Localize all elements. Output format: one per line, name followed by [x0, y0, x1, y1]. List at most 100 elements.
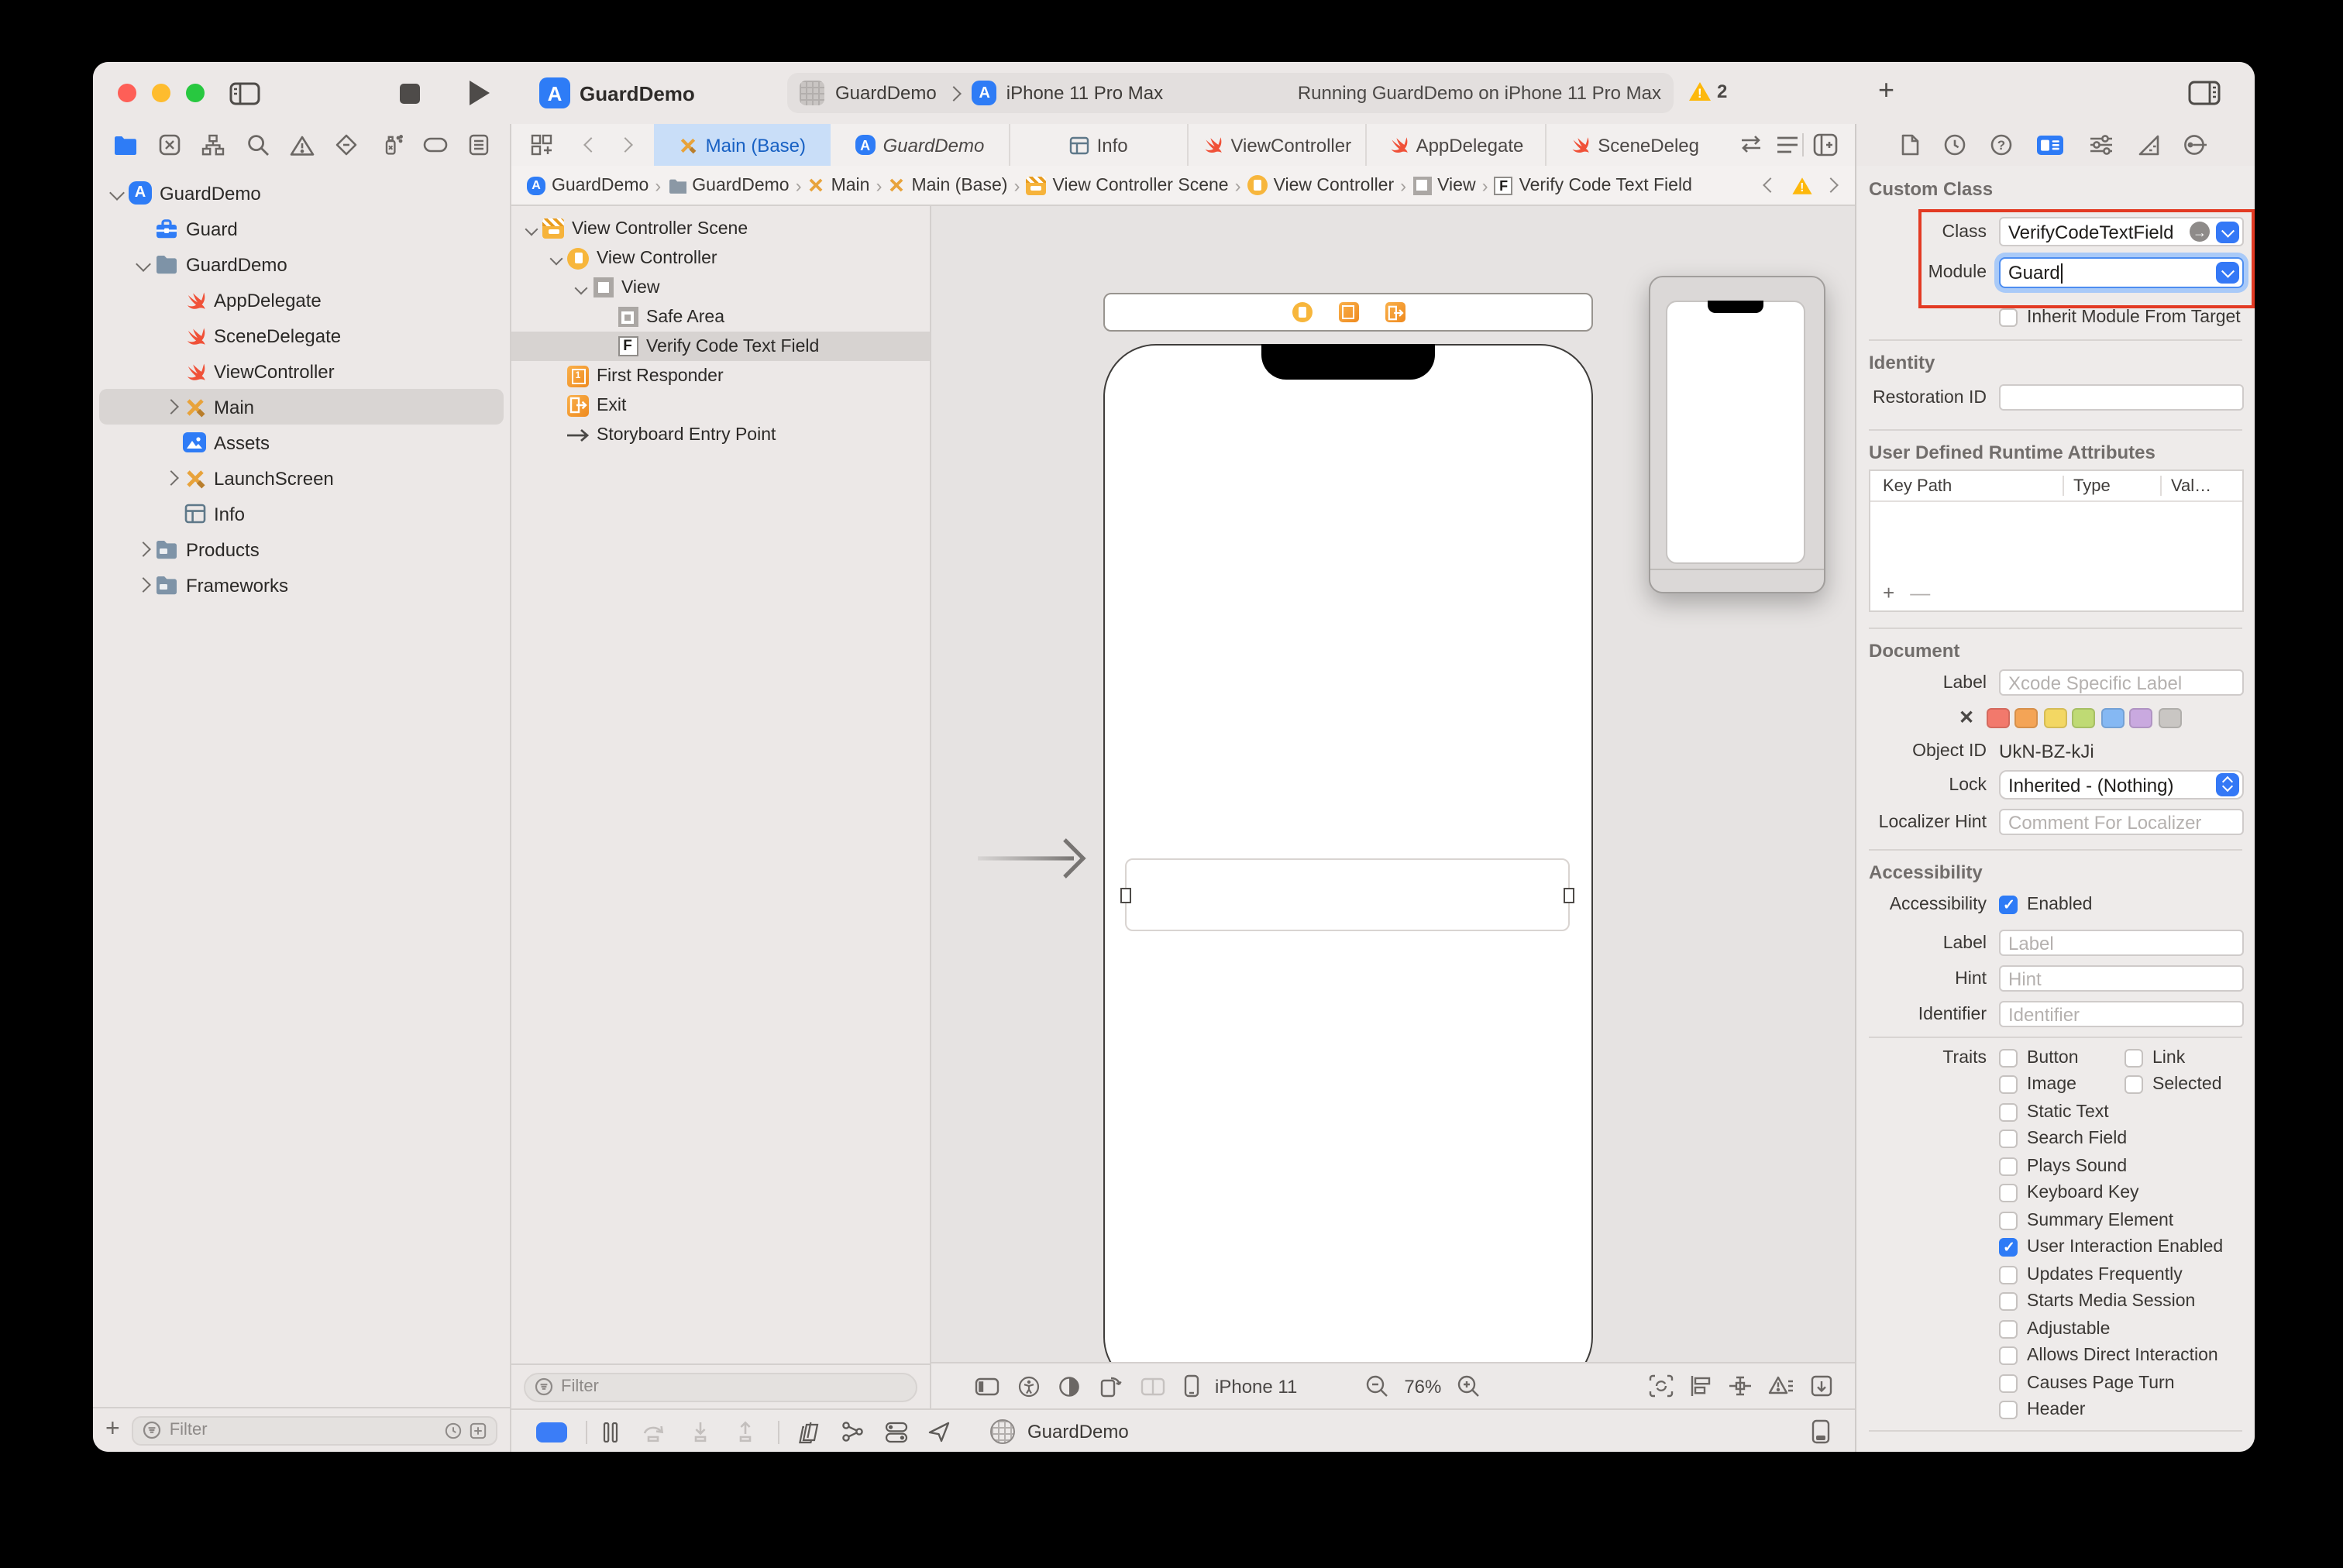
scene-first-responder-icon[interactable]	[1338, 302, 1358, 322]
trait-starts-media-session[interactable]: Starts Media Session	[1999, 1288, 2250, 1315]
udra-col-value[interactable]: Val…	[2162, 476, 2211, 495]
trait-header[interactable]: Header	[1999, 1397, 2250, 1424]
scm-filter-icon[interactable]	[470, 1422, 487, 1439]
project-navigator-tab[interactable]	[112, 135, 137, 155]
acc-identifier-field[interactable]: Identifier	[1999, 1001, 2244, 1027]
outline-view-controller-scene[interactable]: View Controller Scene	[511, 214, 930, 243]
zoom-in-button[interactable]	[1457, 1374, 1480, 1398]
history-inspector-tab[interactable]	[1943, 133, 1966, 156]
iphone-scene[interactable]	[1103, 344, 1593, 1390]
jump-to-class-icon[interactable]: →	[2190, 222, 2210, 242]
localizer-hint-field[interactable]: Comment For Localizer	[1999, 809, 2244, 835]
appearance-icon[interactable]	[1058, 1375, 1080, 1397]
jumpbar-main-base[interactable]: Main (Base)	[888, 176, 1007, 194]
trait-link[interactable]: Link	[2125, 1044, 2250, 1071]
udra-col-keypath[interactable]: Key Path	[1870, 476, 2063, 495]
new-tab-button[interactable]: +	[1878, 74, 1894, 107]
source-control-tab[interactable]	[158, 133, 181, 156]
zoom-out-button[interactable]	[1365, 1374, 1388, 1398]
swap-editor-icon[interactable]	[1739, 133, 1763, 155]
swatch-red[interactable]	[1986, 707, 2010, 727]
toggle-inspector-icon[interactable]	[2188, 81, 2221, 105]
class-dropdown-button[interactable]	[2216, 221, 2239, 242]
tree-item-guarddemo-project[interactable]: A GuardDemo	[93, 175, 510, 211]
scheme-destination[interactable]: iPhone 11 Pro Max	[1006, 82, 1163, 104]
navigator-filter-field[interactable]: Filter	[132, 1415, 497, 1445]
outline-first-responder[interactable]: 1 First Responder	[511, 361, 930, 390]
environment-overrides-icon[interactable]	[885, 1420, 908, 1443]
lock-dropdown[interactable]: Inherited - (Nothing)	[1999, 770, 2244, 799]
storyboard-canvas[interactable]: iPhone 11 76%	[930, 206, 1855, 1452]
trait-static-text[interactable]: Static Text	[1999, 1099, 2250, 1126]
lock-stepper-button[interactable]	[2216, 773, 2239, 796]
tab-main-base[interactable]: Main (Base)	[654, 124, 831, 166]
add-file-button[interactable]: +	[105, 1416, 120, 1444]
trait-allows-direct-interaction[interactable]: Allows Direct Interaction	[1999, 1343, 2250, 1370]
restoration-id-field[interactable]	[1999, 384, 2244, 411]
udra-add-button[interactable]: +	[1883, 581, 1894, 604]
jumpbar-main[interactable]: Main	[808, 176, 869, 194]
embed-icon[interactable]	[1810, 1374, 1833, 1398]
test-navigator-tab[interactable]	[335, 133, 359, 156]
swatch-blue[interactable]	[2100, 707, 2125, 727]
trait-summary-element[interactable]: Summary Element	[1999, 1207, 2250, 1234]
outline-verify-code-text-field[interactable]: F Verify Code Text Field	[511, 332, 930, 361]
swatch-gray[interactable]	[2158, 707, 2182, 727]
run-button[interactable]	[470, 81, 490, 105]
tab-guarddemo[interactable]: A GuardDemo	[831, 124, 1010, 166]
swatch-orange[interactable]	[2014, 707, 2039, 727]
identity-inspector-tab[interactable]	[2037, 133, 2065, 156]
udra-remove-button[interactable]: —	[1910, 581, 1930, 604]
device-icon[interactable]	[1184, 1374, 1199, 1398]
trait-causes-page-turn[interactable]: Causes Page Turn	[1999, 1370, 2250, 1397]
issues-badge[interactable]: 2	[1689, 81, 1727, 102]
stop-button[interactable]	[400, 84, 420, 104]
acc-hint-field[interactable]: Hint	[1999, 965, 2244, 992]
jumpbar-view-controller[interactable]: View Controller	[1247, 175, 1394, 195]
next-issue-button[interactable]	[1823, 177, 1839, 193]
search-navigator-tab[interactable]	[246, 133, 269, 156]
inherit-module-row[interactable]: Inherit Module From Target	[1999, 308, 2241, 327]
module-dropdown-button[interactable]	[2216, 262, 2239, 284]
zoom-window-button[interactable]	[186, 84, 205, 102]
tree-item-viewcontroller[interactable]: ViewController	[93, 353, 510, 389]
module-field[interactable]: Guard	[1999, 257, 2244, 288]
swatch-purple[interactable]	[2129, 707, 2153, 727]
tree-item-appdelegate[interactable]: AppDelegate	[93, 282, 510, 318]
file-inspector-tab[interactable]	[1900, 133, 1920, 156]
size-inspector-tab[interactable]	[2137, 133, 2160, 156]
debug-navigator-tab[interactable]	[379, 133, 403, 156]
jumpbar-view[interactable]: View	[1412, 176, 1476, 194]
trait-plays-sound[interactable]: Plays Sound	[1999, 1153, 2250, 1180]
split-view-icon[interactable]	[1141, 1377, 1165, 1395]
prev-issue-button[interactable]	[1763, 177, 1778, 193]
help-inspector-tab[interactable]: ?	[1990, 133, 2014, 156]
tab-info[interactable]: Info	[1010, 124, 1189, 166]
outline-storyboard-entry-point[interactable]: Storyboard Entry Point	[511, 420, 930, 449]
trait-updates-frequently[interactable]: Updates Frequently	[1999, 1261, 2250, 1288]
tab-scenedelegate[interactable]: SceneDeleg	[1546, 124, 1723, 166]
forward-button[interactable]	[618, 137, 633, 153]
toggle-navigator-icon[interactable]	[229, 82, 260, 105]
scene-view-controller-icon[interactable]	[1292, 302, 1312, 322]
simulate-location-icon[interactable]	[928, 1421, 950, 1442]
jumpbar-warning-icon[interactable]	[1792, 177, 1812, 194]
outline-safe-area[interactable]: Safe Area	[511, 302, 930, 332]
jumpbar-group[interactable]: GuardDemo	[667, 176, 790, 194]
debug-device-icon[interactable]	[1811, 1419, 1830, 1444]
update-frames-icon[interactable]	[1649, 1374, 1674, 1398]
orientation-icon[interactable]	[1099, 1374, 1122, 1398]
selection-handle-right[interactable]	[1564, 887, 1574, 903]
trait-button[interactable]: Button	[1999, 1044, 2125, 1071]
udra-col-type[interactable]: Type	[2064, 476, 2160, 495]
pause-button[interactable]	[603, 1422, 618, 1442]
class-field[interactable]: VerifyCodeTextField →	[1999, 217, 2244, 246]
editor-options-icon[interactable]	[1776, 135, 1799, 155]
tab-appdelegate[interactable]: AppDelegate	[1368, 124, 1547, 166]
debug-app-label[interactable]: GuardDemo	[1027, 1421, 1129, 1442]
tree-item-products[interactable]: Products	[93, 531, 510, 567]
trait-search-field[interactable]: Search Field	[1999, 1126, 2250, 1153]
scheme-name[interactable]: GuardDemo	[835, 82, 937, 104]
swatch-clear-button[interactable]: ✕	[1959, 707, 1974, 728]
outline-view-controller[interactable]: View Controller	[511, 243, 930, 273]
